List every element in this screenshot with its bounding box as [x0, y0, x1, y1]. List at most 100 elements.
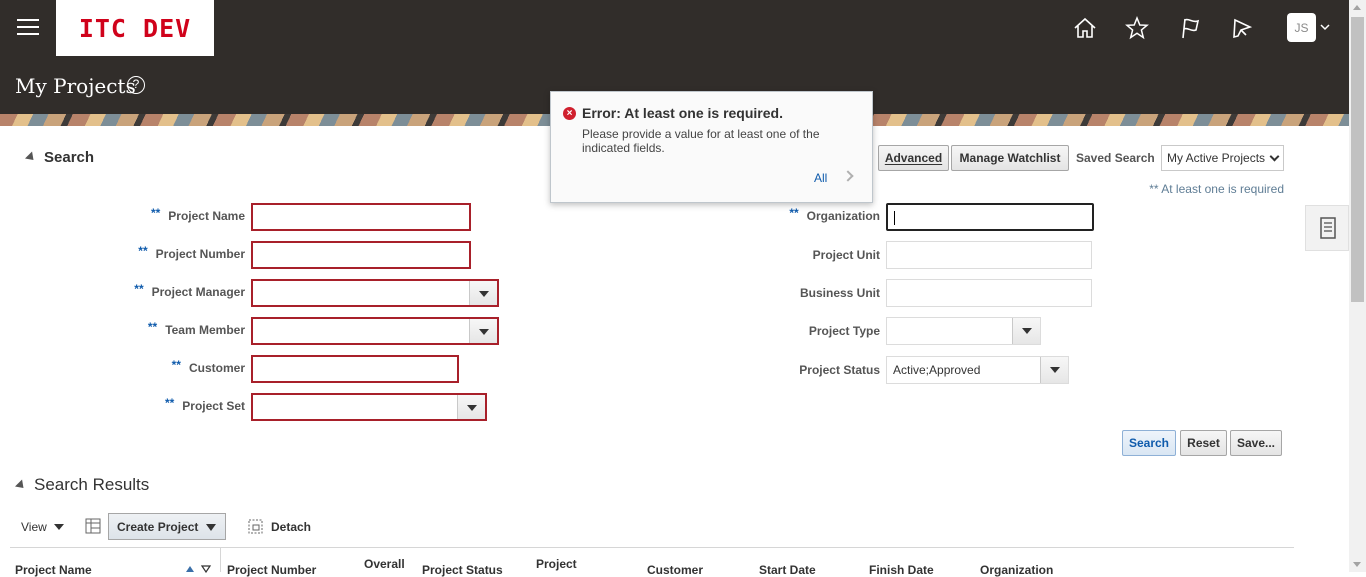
column-header-overall[interactable]: Overall	[364, 557, 405, 571]
dropdown-arrow-icon[interactable]	[469, 319, 497, 343]
scroll-up-arrow-icon[interactable]	[1353, 5, 1361, 10]
team-member-combobox[interactable]	[251, 317, 499, 345]
organization-input[interactable]	[886, 203, 1094, 231]
error-all-link[interactable]: All	[814, 171, 827, 185]
create-project-button[interactable]: Create Project	[108, 513, 226, 540]
project-unit-label: Project Unit	[812, 248, 880, 262]
manage-watchlist-button[interactable]: Manage Watchlist	[951, 145, 1069, 171]
required-marker: **	[171, 358, 181, 372]
document-list-icon	[1320, 217, 1336, 239]
project-status-label: Project Status	[799, 363, 880, 377]
error-popup: × Error: At least one is required. Pleas…	[550, 91, 873, 203]
search-section-toggle[interactable]: Search	[24, 149, 95, 166]
detach-icon	[248, 519, 263, 534]
business-unit-input[interactable]	[886, 279, 1092, 307]
home-icon[interactable]	[1072, 15, 1098, 41]
dropdown-arrow-icon[interactable]	[1040, 357, 1068, 383]
column-header-organization[interactable]: Organization	[980, 563, 1053, 577]
error-icon: ×	[563, 107, 576, 120]
project-number-input[interactable]	[251, 241, 471, 269]
organization-label-text: Organization	[806, 209, 880, 223]
search-section-title: Search	[44, 149, 95, 166]
dropdown-arrow-icon[interactable]	[1012, 318, 1040, 344]
detach-label: Detach	[271, 519, 312, 534]
required-marker: **	[134, 282, 144, 296]
required-note: ** At least one is required	[1149, 182, 1284, 196]
reset-button[interactable]: Reset	[1180, 430, 1227, 456]
project-type-combobox[interactable]	[886, 317, 1041, 345]
hamburger-menu-icon[interactable]	[17, 19, 39, 37]
project-name-label-text: Project Name	[168, 209, 245, 223]
favorites-star-icon[interactable]	[1124, 15, 1150, 41]
required-marker: **	[138, 244, 148, 258]
dropdown-caret-icon	[53, 524, 64, 530]
customer-input[interactable]	[251, 355, 459, 383]
business-unit-label: Business Unit	[799, 286, 880, 300]
text-caret	[894, 211, 895, 225]
freeze-columns-icon[interactable]	[85, 518, 101, 534]
dropdown-arrow-icon[interactable]	[469, 281, 497, 305]
required-marker: **	[164, 396, 175, 410]
chevron-down-icon[interactable]	[1320, 23, 1330, 31]
organization-label: ** Organization	[789, 206, 880, 223]
column-header-project-name[interactable]: Project Name	[15, 563, 92, 577]
results-section-title: Search Results	[34, 475, 150, 494]
project-unit-input[interactable]	[886, 241, 1092, 269]
help-icon[interactable]: ?	[127, 76, 145, 94]
scrollbar-thumb[interactable]	[1351, 17, 1364, 302]
saved-search-select[interactable]: My Active Projects	[1161, 145, 1284, 171]
project-set-combobox[interactable]	[251, 393, 487, 421]
project-set-label-text: Project Set	[182, 399, 245, 413]
project-set-label: ** Project Set	[164, 396, 245, 413]
column-header-project[interactable]: Project	[536, 557, 577, 571]
tasks-panel-button[interactable]	[1305, 205, 1349, 251]
team-member-label: ** Team Member	[147, 320, 245, 337]
advanced-button-label: Advanced	[884, 151, 943, 165]
chevron-right-icon[interactable]	[842, 170, 854, 182]
global-header: ITC DEV JS	[0, 0, 1349, 57]
project-type-label: Project Type	[808, 324, 880, 338]
customer-label: ** Customer	[171, 358, 245, 375]
project-number-label: ** Project Number	[138, 244, 245, 261]
user-avatar[interactable]: JS	[1287, 13, 1316, 42]
error-title: Error: At least one is required.	[582, 105, 783, 121]
vertical-scrollbar[interactable]	[1349, 0, 1366, 572]
error-message: Please provide a value for at least one …	[582, 127, 820, 155]
saved-search-value: My Active Projects	[1167, 151, 1266, 165]
scroll-down-arrow-icon[interactable]	[1353, 562, 1361, 567]
results-section-toggle[interactable]: Search Results	[14, 475, 150, 495]
collapse-triangle-icon	[24, 151, 38, 164]
required-marker: **	[789, 206, 799, 220]
logo[interactable]: ITC DEV	[56, 0, 214, 56]
project-name-label: ** Project Name	[150, 206, 245, 223]
required-marker: **	[150, 206, 161, 220]
project-name-input[interactable]	[251, 203, 471, 231]
chevron-down-icon	[1269, 151, 1280, 162]
detach-button[interactable]: Detach	[248, 519, 311, 534]
view-menu[interactable]: View	[21, 520, 64, 534]
save-button[interactable]: Save...	[1230, 430, 1282, 456]
create-project-label: Create Project	[117, 519, 199, 534]
advanced-button[interactable]: Advanced	[878, 145, 949, 171]
view-menu-label: View	[21, 520, 47, 534]
column-header-finish-date[interactable]: Finish Date	[869, 563, 934, 577]
collapse-triangle-icon	[14, 478, 28, 492]
project-manager-label-text: Project Manager	[151, 285, 245, 299]
project-manager-combobox[interactable]	[251, 279, 499, 307]
project-manager-label: ** Project Manager	[134, 282, 245, 299]
dropdown-arrow-icon[interactable]	[457, 395, 485, 419]
column-header-customer[interactable]: Customer	[647, 563, 703, 577]
required-marker: **	[147, 320, 158, 334]
table-top-border	[10, 547, 1294, 548]
column-header-project-number[interactable]: Project Number	[227, 563, 316, 577]
column-header-start-date[interactable]: Start Date	[759, 563, 816, 577]
column-header-project-status[interactable]: Project Status	[422, 563, 503, 577]
notifications-icon[interactable]	[1229, 15, 1255, 41]
flag-icon[interactable]	[1177, 15, 1203, 41]
page-title: My Projects	[15, 74, 136, 98]
project-status-value: Active;Approved	[893, 363, 981, 377]
search-button[interactable]: Search	[1122, 430, 1176, 456]
project-status-combobox[interactable]: Active;Approved	[886, 356, 1069, 384]
logo-text: ITC DEV	[78, 13, 192, 43]
saved-search-label: Saved Search	[1076, 151, 1155, 165]
